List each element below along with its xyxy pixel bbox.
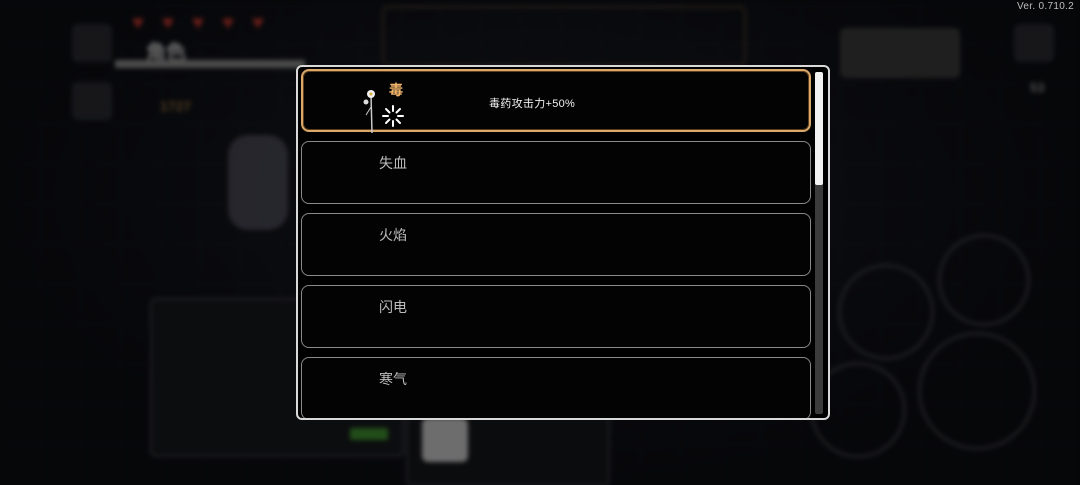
list-item-poison[interactable]: 毒 毒药攻击力+50% bbox=[301, 69, 811, 134]
item-title: 失血 bbox=[379, 155, 407, 171]
list-item-bleed[interactable]: 失血 bbox=[301, 141, 811, 204]
item-title: 闪电 bbox=[379, 299, 407, 315]
scrollbar[interactable] bbox=[815, 72, 823, 414]
item-description: 毒药攻击力+50% bbox=[489, 98, 576, 110]
item-title: 寒气 bbox=[379, 371, 407, 387]
game-screen: ♥ ♥ ♥ ♥ ♥ 角色 1727 53 Ver. 0.710.2 毒 毒药攻击… bbox=[0, 0, 1080, 485]
poison-burst-icon bbox=[382, 105, 404, 127]
list-item-fire[interactable]: 火焰 bbox=[301, 213, 811, 276]
list-item-lightning[interactable]: 闪电 bbox=[301, 285, 811, 348]
element-select-modal: 毒 毒药攻击力+50% 失血 火焰 闪电 寒气 bbox=[296, 65, 830, 420]
version-label: Ver. 0.710.2 bbox=[1017, 1, 1074, 12]
scrollbar-thumb[interactable] bbox=[815, 72, 823, 185]
flower-icon bbox=[363, 90, 375, 134]
item-title: 火焰 bbox=[379, 227, 407, 243]
item-title: 毒 bbox=[389, 82, 403, 98]
list-item-frost[interactable]: 寒气 bbox=[301, 357, 811, 418]
